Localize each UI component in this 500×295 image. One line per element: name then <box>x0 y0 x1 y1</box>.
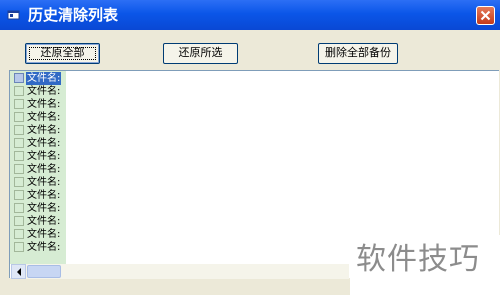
restore-selected-button[interactable]: 还原所选 <box>163 43 238 64</box>
item-checkbox[interactable] <box>14 86 24 96</box>
item-checkbox[interactable] <box>14 151 24 161</box>
item-checkbox[interactable] <box>14 190 24 200</box>
horizontal-scrollbar[interactable] <box>11 264 349 279</box>
item-checkbox[interactable] <box>14 177 24 187</box>
file-name-label: 文件名: <box>27 125 61 136</box>
item-checkbox[interactable] <box>14 203 24 213</box>
file-name-label: 文件名: <box>27 242 61 253</box>
file-name-label: 文件名: <box>27 112 61 123</box>
item-checkbox[interactable] <box>14 99 24 109</box>
item-checkbox[interactable] <box>14 216 24 226</box>
restore-all-label: 还原全部 <box>40 47 85 59</box>
restore-selected-label: 还原所选 <box>178 47 223 59</box>
scroll-thumb[interactable] <box>27 265 61 278</box>
watermark-text: 软件技巧 <box>356 242 480 277</box>
arrow-left-icon <box>17 268 21 276</box>
title-bar[interactable]: 历史清除列表 <box>0 0 500 30</box>
item-checkbox[interactable] <box>14 112 24 122</box>
file-name-label: 文件名: <box>27 99 61 110</box>
item-checkbox[interactable] <box>14 73 24 83</box>
app-window-icon <box>6 7 22 23</box>
file-name-label: 文件名: <box>27 177 61 188</box>
delete-all-backup-button[interactable]: 删除全部备份 <box>318 43 398 64</box>
window-title: 历史清除列表 <box>28 6 119 24</box>
restore-all-button[interactable]: 还原全部 <box>25 43 100 64</box>
file-name-label: 文件名: <box>27 216 61 227</box>
item-checkbox[interactable] <box>14 164 24 174</box>
item-checkbox[interactable] <box>14 125 24 135</box>
file-name-label: 文件名: <box>26 72 62 85</box>
close-icon <box>480 10 491 21</box>
item-checkbox[interactable] <box>14 242 24 252</box>
file-name-label: 文件名: <box>27 164 61 175</box>
scroll-left-button[interactable] <box>11 264 26 279</box>
close-button[interactable] <box>476 6 495 25</box>
file-name-label: 文件名: <box>27 190 61 201</box>
item-checkbox[interactable] <box>14 138 24 148</box>
delete-all-backup-label: 删除全部备份 <box>325 47 391 59</box>
file-name-label: 文件名: <box>27 138 61 149</box>
item-checkbox[interactable] <box>14 229 24 239</box>
file-name-label: 文件名: <box>27 151 61 162</box>
file-name-label: 文件名: <box>27 203 61 214</box>
file-name-label: 文件名: <box>27 229 61 240</box>
file-name-label: 文件名: <box>27 86 61 97</box>
